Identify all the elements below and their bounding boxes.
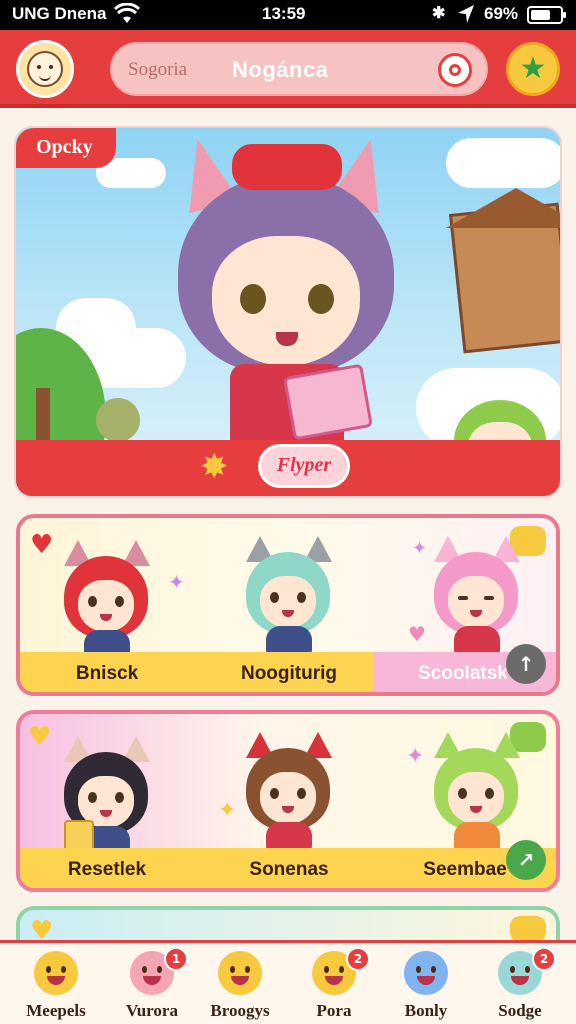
- search-value: Nogánca: [232, 57, 329, 82]
- app-header: Sogoria Nogánca ★: [0, 30, 576, 108]
- heart-icon: ♥: [28, 722, 52, 752]
- character-avatar: [242, 534, 334, 658]
- status-time: 13:59: [262, 4, 306, 23]
- book: [283, 363, 373, 441]
- character-avatar: [60, 734, 152, 854]
- sparkle-icon: ✦: [412, 538, 428, 559]
- battery-fill: [531, 10, 550, 20]
- avatar-icon[interactable]: [16, 40, 74, 98]
- hero-action-banner: ✸ Flyper: [16, 440, 560, 496]
- battery-icon: [527, 6, 566, 24]
- nav-item-meepels[interactable]: Meepels: [8, 949, 104, 1024]
- nav-label: Bonly: [404, 1001, 448, 1020]
- notification-badge: 2: [346, 947, 370, 971]
- nav-label: Broogys: [210, 1001, 270, 1020]
- bird-icon: [404, 951, 448, 995]
- heart-icon: ♥: [30, 530, 54, 560]
- face-emblem-icon: [510, 916, 546, 942]
- nav-item-broogys[interactable]: Broogys: [192, 949, 288, 1024]
- location-arrow-icon: [456, 3, 476, 30]
- avatar-face: [27, 51, 63, 87]
- target-icon[interactable]: [438, 53, 472, 87]
- sparkle-icon: ✦: [406, 744, 425, 769]
- search-input[interactable]: Sogoria Nogánca: [110, 42, 488, 96]
- notification-badge: 2: [532, 947, 556, 971]
- character-name: Sonenas: [249, 859, 329, 880]
- sparkle-icon: ✦: [168, 570, 185, 594]
- character-name: Noogiturig: [240, 663, 338, 684]
- nav-label: Meepels: [26, 1001, 86, 1020]
- hero-character: [166, 132, 406, 448]
- heart-icon: ♥: [408, 622, 426, 646]
- hero-action-button[interactable]: Flyper: [258, 444, 350, 488]
- nav-label: Pora: [316, 1001, 352, 1020]
- sparkle-icon: ✦: [218, 798, 237, 823]
- star-icon[interactable]: ★: [506, 42, 560, 96]
- nav-item-pora[interactable]: 2 Pora: [286, 947, 382, 1024]
- arrow-up-icon[interactable]: ↑: [506, 644, 546, 684]
- character-name: Resetlek: [67, 859, 147, 880]
- character-avatar: [430, 730, 522, 854]
- cat-creature: [96, 398, 140, 442]
- nav-item-sodge[interactable]: 2 Sodge: [472, 947, 568, 1024]
- hero-banner[interactable]: Opcky ✸ Flyper: [14, 126, 562, 498]
- search-placeholder: Sogoria: [128, 59, 188, 80]
- notification-badge: 1: [164, 947, 188, 971]
- character-avatar: [60, 538, 152, 658]
- hair-bow: [232, 144, 342, 190]
- nav-label: Vurora: [126, 1001, 178, 1020]
- treehouse-roof: [446, 188, 560, 228]
- carrier-name: UNG Dnena: [12, 4, 107, 23]
- arrow-up-right-icon[interactable]: ↗: [506, 840, 546, 880]
- hero-badge: Opcky: [16, 128, 116, 168]
- nav-item-vurora[interactable]: 1 Vurora: [104, 947, 200, 1024]
- cloud: [446, 138, 560, 188]
- wifi-icon: [113, 2, 141, 30]
- character-avatar: [242, 730, 334, 854]
- bluetooth-icon: ✱: [432, 5, 446, 22]
- character-card[interactable]: ♥ ✦ ✦ ♥ Bnisck Noogiturig Scoolatsk ↑: [16, 514, 560, 696]
- nav-label: Sodge: [498, 1001, 542, 1020]
- nav-item-bonly[interactable]: Bonly: [378, 949, 474, 1024]
- character-avatar: [430, 534, 522, 658]
- status-bar: UNG Dnena 13:59 ✱ 69%: [0, 0, 576, 30]
- bottom-nav: Meepels 1 Vurora Broogys 2 Pora Bonly 2 …: [0, 940, 576, 1024]
- character-name: Bnisck: [75, 663, 139, 684]
- smiley-icon: [218, 951, 262, 995]
- smiley-icon: [34, 951, 78, 995]
- sparkle-icon: ✸: [200, 447, 229, 487]
- character-card[interactable]: ♥ ✦ ✦ Resetlek Sonenas Seembae ↗: [16, 710, 560, 892]
- battery-percent: 69%: [484, 4, 519, 23]
